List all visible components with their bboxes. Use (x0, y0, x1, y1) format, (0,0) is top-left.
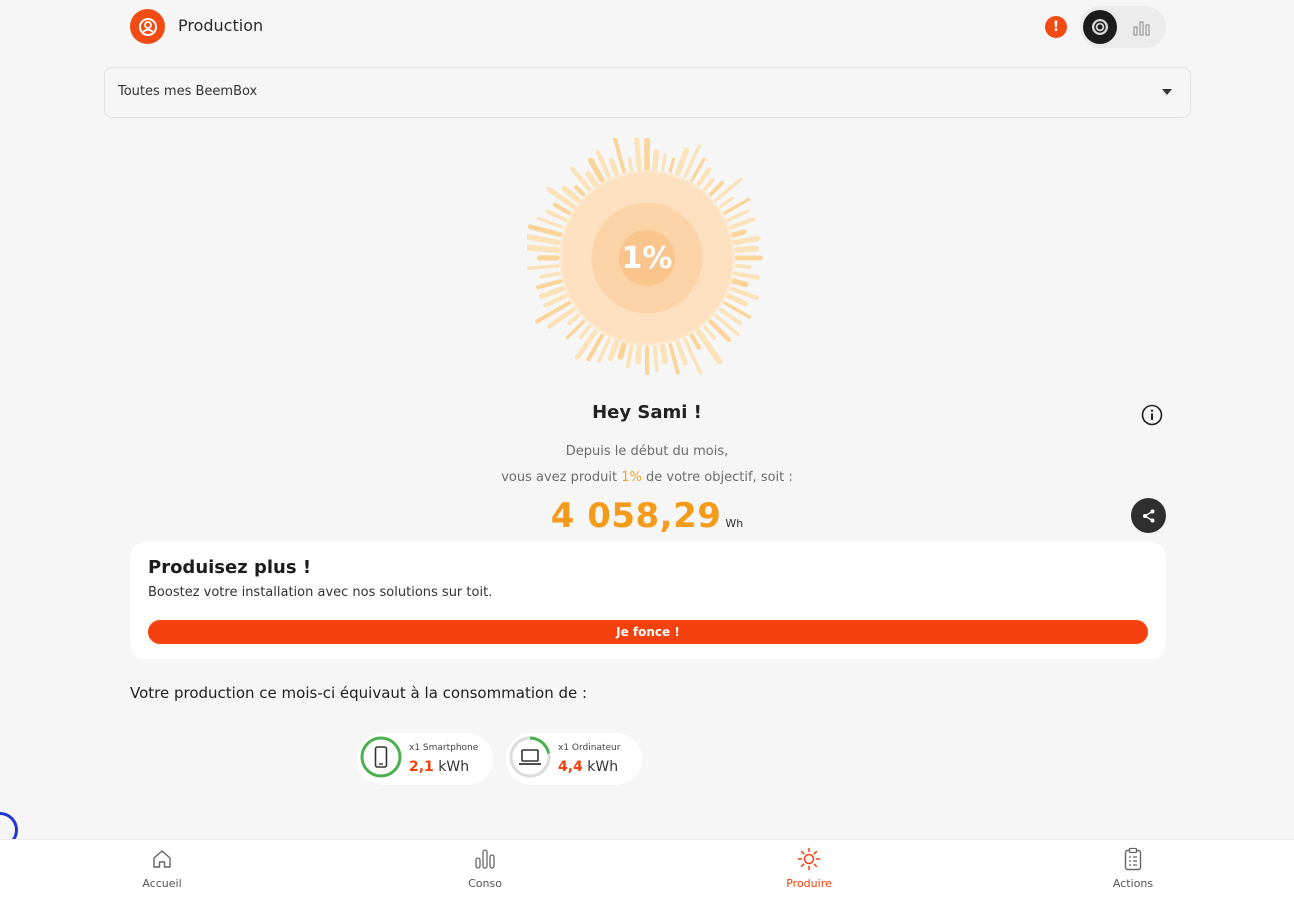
summary-percent: 1% (621, 470, 642, 485)
equivalence-item-smartphone: x1 Smartphone 2,1 kWh (357, 733, 493, 785)
equivalence-label: x1 Smartphone (409, 743, 479, 753)
equivalence-unit: kWh (438, 759, 470, 775)
je-fonce-button[interactable]: Je fonce ! (148, 620, 1148, 644)
home-icon (153, 850, 171, 868)
clipboard-icon (1124, 847, 1142, 871)
equivalence-number: 4,4 (558, 759, 583, 775)
bottom-nav: Accueil Conso Produire Actions (0, 839, 1294, 900)
nav-label-produire: Produire (786, 877, 832, 890)
equivalence-title: Votre production ce mois-ci équivaut à l… (130, 684, 588, 702)
summary-line-1: Depuis le début du mois, (565, 444, 729, 459)
toggle-sun-view[interactable] (1083, 10, 1117, 44)
equivalence-label: x1 Ordinateur (558, 743, 621, 753)
page-title: Production (178, 16, 264, 35)
sun-icon (797, 847, 821, 871)
alert-badge[interactable]: ! (1045, 16, 1067, 38)
sun-icon (1092, 19, 1108, 35)
toggle-chart-view[interactable] (1130, 16, 1154, 38)
share-button[interactable] (1131, 498, 1166, 533)
beembox-select[interactable]: Toutes mes BeemBox (104, 67, 1191, 118)
production-sun-gauge: 1% (527, 138, 767, 378)
summary-line-2-end: de votre objectif, soit : (641, 470, 793, 485)
app-header: Production ! (0, 0, 1294, 56)
energy-value: 4 058,29 (550, 496, 722, 536)
smartphone-ring (360, 736, 402, 778)
equivalence-item-computer: x1 Ordinateur 4,4 kWh (506, 733, 642, 785)
promo-title: Produisez plus ! (148, 557, 312, 578)
nav-label-actions: Actions (1112, 877, 1154, 890)
info-icon[interactable] (1141, 404, 1163, 426)
bar-chart-icon (475, 849, 495, 869)
nav-item-actions[interactable]: Actions (1073, 846, 1193, 898)
summary-line-2-start: vous avez produit (501, 470, 622, 485)
profile-button[interactable] (130, 9, 165, 44)
nav-item-accueil[interactable]: Accueil (102, 846, 222, 898)
equivalence-value: 2,1 kWh (409, 759, 469, 775)
equivalence-value: 4,4 kWh (558, 759, 618, 775)
bar-chart-icon (1133, 21, 1150, 36)
select-value: Toutes mes BeemBox (118, 84, 258, 99)
summary-line-2: vous avez produit 1% de votre objectif, … (0, 470, 1294, 485)
nav-item-produire[interactable]: Produire (749, 846, 869, 898)
equivalence-number: 2,1 (409, 759, 434, 775)
user-icon (138, 17, 157, 36)
energy-unit: Wh (725, 517, 744, 530)
promo-card: Produisez plus ! Boostez votre installat… (130, 542, 1166, 659)
sun-percent-label: 1% (621, 240, 673, 276)
greeting: Hey Sami ! (592, 402, 702, 423)
nav-label-accueil: Accueil (142, 877, 182, 890)
chevron-down-icon (1162, 89, 1172, 95)
view-toggle[interactable] (1080, 6, 1166, 48)
promo-text: Boostez votre installation avec nos solu… (148, 585, 493, 600)
equivalence-unit: kWh (587, 759, 619, 775)
computer-ring (509, 736, 551, 778)
nav-item-conso[interactable]: Conso (425, 846, 545, 898)
energy-total: 4 058,29 Wh (0, 496, 1294, 536)
nav-label-conso: Conso (468, 877, 502, 890)
share-icon (1142, 509, 1154, 522)
